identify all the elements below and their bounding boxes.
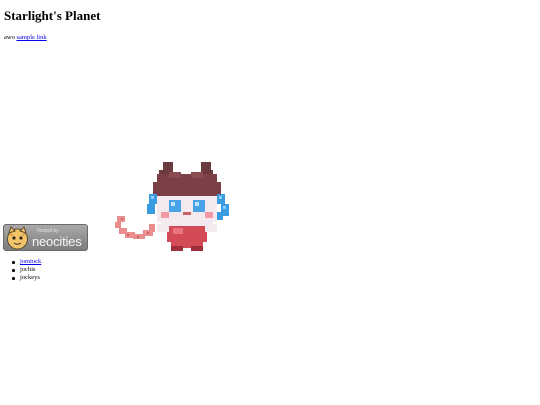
sample-link[interactable]: sample link [16,34,46,41]
link-jomtuck[interactable]: jomtuck [20,258,41,265]
pixel-character-image [115,162,229,251]
item-jockeys: jockeys [20,274,40,281]
intro-paragraph: awo sample link [4,33,47,42]
item-jochis: jochis [20,266,36,273]
badge-brand: neocities [32,234,82,249]
links-list: jomtuck jochis jockeys [11,258,41,282]
neocities-badge[interactable]: hosted by neocities [3,224,88,251]
list-item[interactable]: jomtuck [11,258,41,266]
list-item: jochis [11,266,41,274]
list-item: jockeys [11,274,41,282]
intro-text: awo [4,34,15,41]
neocities-cat-icon [7,226,28,250]
page-title: Starlight's Planet [4,8,101,23]
